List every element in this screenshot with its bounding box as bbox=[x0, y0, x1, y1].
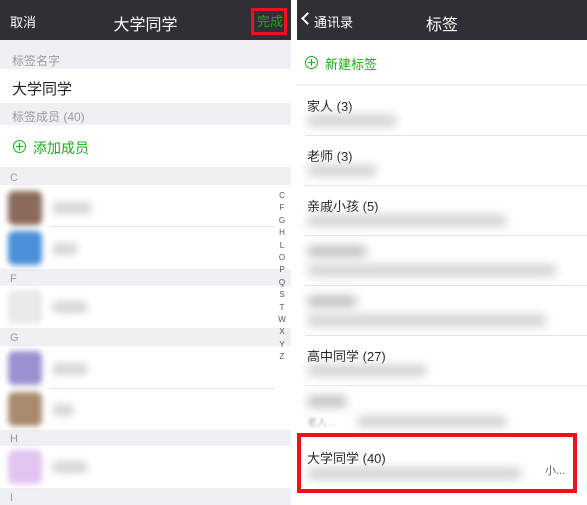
index-letter[interactable]: Y bbox=[274, 339, 290, 351]
tag-row-hidden-2[interactable] bbox=[297, 286, 587, 336]
member-name-blurred bbox=[52, 404, 74, 416]
member-name-blurred bbox=[52, 243, 78, 255]
member-group-g bbox=[0, 346, 291, 430]
index-letter[interactable]: W bbox=[274, 314, 290, 326]
tag-name: 亲戚小孩 (5) bbox=[307, 199, 379, 214]
tag-name-blurred bbox=[307, 396, 347, 407]
new-tag-row[interactable]: 新建标签 bbox=[297, 40, 587, 84]
group-letter-f: F bbox=[10, 273, 17, 285]
avatar bbox=[8, 392, 42, 426]
avatar bbox=[8, 450, 42, 484]
tag-row-teachers[interactable]: 老师 (3) bbox=[297, 136, 587, 186]
tag-name: 家人 (3) bbox=[307, 99, 353, 114]
member-group-f bbox=[0, 286, 291, 328]
new-tag-label: 新建标签 bbox=[325, 57, 378, 72]
page-title: 大学同学 bbox=[113, 17, 178, 34]
index-letter[interactable]: S bbox=[274, 289, 290, 301]
tag-members-blurred bbox=[307, 265, 557, 276]
index-letter[interactable]: L bbox=[274, 240, 290, 252]
college-classmates-highlight-box bbox=[297, 433, 577, 493]
avatar bbox=[8, 351, 42, 385]
member-group-c bbox=[0, 185, 291, 269]
add-member-label: 添加成员 bbox=[33, 140, 89, 156]
tag-row-hidden-1[interactable] bbox=[297, 236, 587, 286]
index-letter[interactable]: G bbox=[274, 215, 290, 227]
tag-row-relatives-kids[interactable]: 亲戚小孩 (5) bbox=[297, 186, 587, 236]
index-letter[interactable]: Z bbox=[274, 351, 290, 363]
index-letter[interactable]: Q bbox=[274, 277, 290, 289]
tag-members-blurred bbox=[307, 215, 507, 226]
panel-separator bbox=[291, 0, 297, 505]
tag-members-blurred bbox=[357, 416, 507, 427]
tag-name-label: 标签名字 bbox=[12, 54, 61, 68]
member-name-blurred bbox=[52, 461, 88, 473]
edit-tag-navbar: 取消 大学同学 完成 bbox=[0, 0, 291, 40]
add-member-row[interactable]: 添加成员 bbox=[0, 125, 291, 167]
member-name-blurred bbox=[52, 202, 92, 214]
tag-members-blurred bbox=[307, 365, 427, 376]
tag-name-blurred bbox=[307, 296, 357, 307]
group-letter-i: I bbox=[10, 492, 14, 504]
tag-members-blurred bbox=[307, 115, 397, 126]
page-title: 标签 bbox=[425, 17, 458, 34]
group-letter-g: G bbox=[10, 332, 19, 344]
tag-name: 老师 (3) bbox=[307, 149, 353, 164]
tags-navbar: 通讯录 标签 bbox=[297, 0, 587, 40]
tag-row-hidden-3[interactable]: 老人... bbox=[297, 386, 587, 436]
divider bbox=[50, 226, 275, 227]
group-letter-c: C bbox=[10, 172, 18, 184]
index-letter[interactable]: F bbox=[274, 202, 290, 214]
member-name-blurred bbox=[52, 363, 88, 375]
avatar bbox=[8, 191, 42, 225]
tag-row-high-school[interactable]: 高中同学 (27) bbox=[297, 336, 587, 386]
divider bbox=[50, 388, 275, 389]
add-circle-icon bbox=[13, 140, 26, 153]
member-group-h bbox=[0, 446, 291, 488]
tag-members-partial: 老人... bbox=[307, 418, 336, 429]
tag-name: 高中同学 (27) bbox=[307, 349, 386, 364]
add-circle-icon bbox=[305, 56, 318, 69]
index-letter[interactable]: H bbox=[274, 227, 290, 239]
tag-name-field[interactable]: 大学同学 bbox=[0, 69, 291, 103]
index-letter[interactable]: C bbox=[274, 190, 290, 202]
index-letter[interactable]: T bbox=[274, 302, 290, 314]
index-letter[interactable]: X bbox=[274, 326, 290, 338]
tag-row-family[interactable]: 家人 (3) bbox=[297, 86, 587, 136]
tags-list-panel: 通讯录 标签 新建标签 家人 (3) 老师 (3) 亲戚小孩 (5) 高中同学 … bbox=[297, 0, 587, 505]
tag-name-blurred bbox=[307, 246, 367, 257]
tag-members-blurred bbox=[307, 315, 547, 326]
tag-name-value: 大学同学 bbox=[12, 81, 73, 98]
group-letter-h: H bbox=[10, 433, 18, 445]
index-letter[interactable]: O bbox=[274, 252, 290, 264]
tag-members-blurred bbox=[307, 165, 377, 176]
tag-members-label: 标签成员 (40) bbox=[12, 110, 85, 124]
member-name-blurred bbox=[52, 301, 88, 313]
alphabet-index-bar[interactable]: C F G H L O P Q S T W X Y Z bbox=[274, 190, 290, 363]
edit-tag-panel: 取消 大学同学 完成 标签名字 大学同学 标签成员 (40) 添加成员 C F … bbox=[0, 0, 291, 505]
avatar bbox=[8, 290, 42, 324]
index-letter[interactable]: P bbox=[274, 264, 290, 276]
avatar bbox=[8, 231, 42, 265]
done-highlight-box bbox=[251, 8, 287, 35]
